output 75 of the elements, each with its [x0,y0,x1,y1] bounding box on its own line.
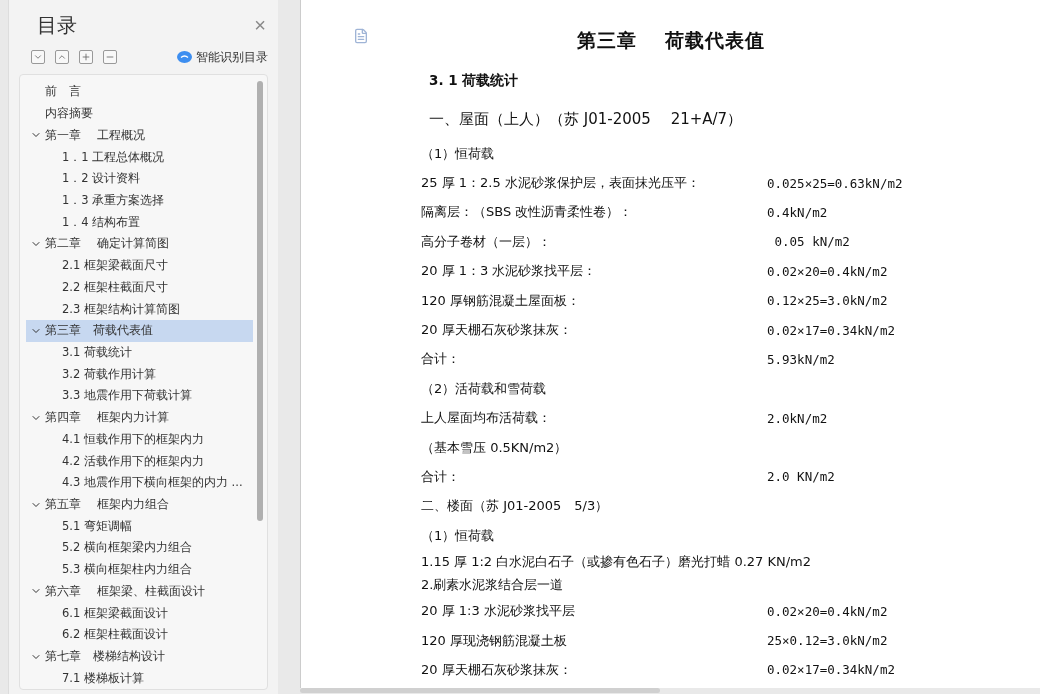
load-item-label: 20 厚天棚石灰砂浆抹灰： [421,321,573,340]
section-heading: 3. 1 荷载统计 [429,72,520,90]
outline-item[interactable]: 4.2 活载作用下的框架内力 [26,450,253,472]
load-item-label: 25 厚 1：2.5 水泥砂浆保护层，表面抹光压平： [421,174,701,193]
outline-item[interactable]: 1．1 工程总体概况 [26,146,253,168]
outline-item[interactable]: 3.1 荷载统计 [26,341,253,364]
outline-item[interactable]: 第六章 框架梁、柱截面设计 [26,580,253,603]
cloud-icon [177,51,192,63]
load-value: 2.0kN/m2 [767,410,828,426]
paragraph-text: 1.15 厚 1:2 白水泥白石子（或掺有色石子）磨光打蜡 0.27 KN/m2 [421,552,812,571]
horizontal-scrollbar-thumb[interactable] [300,688,660,693]
load-item-label: 20 厚天棚石灰砂浆抹灰： [421,660,573,679]
chevron-up-icon [57,52,67,62]
outline-item[interactable]: 第三章 荷载代表值 [26,319,253,342]
load-item-label: 20 厚 1：3 水泥砂浆找平层： [421,262,598,281]
outline-item[interactable]: 第五章 框架内力组合 [26,493,253,516]
outline-item[interactable]: 2.3 框架结构计算简图 [26,298,253,320]
smart-toc-button[interactable]: 智能识别目录 [177,48,268,66]
subsection-heading: 一、屋面（上人）（苏 J01-2005 21+A/7） [429,110,744,129]
load-value: 25×0.12=3.0kN/m2 [767,633,888,649]
outline-item[interactable]: 3.2 荷载作用计算 [26,363,253,386]
outline-item[interactable]: 6.2 框架柱截面设计 [26,623,253,646]
load-value: 0.02×17=0.34kN/m2 [767,322,895,338]
paragraph-text: （2）活荷载和雪荷载 [421,379,548,398]
load-value: 0.12×25=3.0kN/m2 [767,293,888,309]
outline-item[interactable]: 第一章 工程概况 [26,124,253,147]
load-value: 0.05 kN/m2 [773,234,850,250]
outline-item[interactable]: 1．2 设计资料 [26,167,253,190]
load-value: 0.02×20=0.4kN/m2 [767,263,888,279]
chapter-title: 第三章 荷载代表值 [576,28,766,53]
paragraph-text: （1）恒荷载 [421,144,496,163]
outline-item[interactable]: 7.1 楼梯板计算 [26,667,253,689]
plus-icon [81,52,91,62]
load-item-label: 20 厚 1:3 水泥砂浆找平层 [421,602,576,621]
paragraph-text: 2.刷素水泥浆结合层一道 [421,575,564,594]
outline-item[interactable]: 1．3 承重方案选择 [26,189,253,212]
outline-item[interactable]: 第四章 框架内力计算 [26,406,253,429]
outline-item[interactable]: 第二章 确定计算简图 [26,233,253,255]
outline-item[interactable]: 2.2 框架柱截面尺寸 [26,276,253,299]
load-value: 0.02×17=0.34kN/m2 [767,662,895,678]
add-button[interactable] [79,50,93,64]
collapse-all-button[interactable] [31,50,45,64]
load-item-label: 120 厚钢筋混凝土屋面板： [421,291,581,310]
load-item-label: 合计： [421,468,461,486]
outline-item[interactable]: 内容摘要 [26,102,253,125]
panel-title: 目录 [37,11,77,39]
paragraph-text: （基本雪压 0.5KN/m2） [421,438,569,457]
load-value: 0.025×25=0.63kN/m2 [767,175,903,191]
load-item-label: 120 厚现浇钢筋混凝土板 [421,631,568,650]
chevron-down-icon [33,52,43,62]
outline-item[interactable]: 4.1 恒载作用下的框架内力 [26,428,253,451]
paragraph-text: 二、楼面（苏 J01-2005 5/3） [421,497,610,516]
outline-item[interactable]: 3.3 地震作用下荷载计算 [26,385,253,407]
load-item-label: 高分子卷材（一层）： [421,232,552,251]
outline-item[interactable]: 6.1 框架梁截面设计 [26,602,253,624]
outline-item[interactable]: 4.3 地震作用下横向框架的内力 ... [26,471,253,494]
outline-item[interactable]: 5.1 弯矩调幅 [26,515,253,538]
load-value: 0.02×20=0.4kN/m2 [767,603,888,619]
expand-up-button[interactable] [55,50,69,64]
outline-item[interactable]: 1．4 结构布置 [26,211,253,234]
load-value: 5.93kN/m2 [767,351,835,367]
outline-item[interactable]: 前 言 [26,81,253,103]
scrollbar-thumb[interactable] [257,81,263,521]
outline-item[interactable]: 5.2 横向框架梁内力组合 [26,537,253,559]
load-value: 0.4kN/m2 [767,204,828,220]
load-item-label: 合计： [421,350,461,369]
load-value: 2.0 KN/m2 [767,469,835,485]
remove-button[interactable] [103,50,117,64]
outline-item[interactable]: 5.3 横向框架柱内力组合 [26,558,253,581]
load-item-label: 上人屋面均布活荷载： [421,409,552,428]
load-item-label: 隔离层：（SBS 改性沥青柔性卷）： [421,203,634,222]
outline-item[interactable]: 第七章 楼梯结构设计 [26,645,253,668]
paragraph-text: （1）恒荷载 [421,526,496,545]
outline-item[interactable]: 2.1 框架梁截面尺寸 [26,254,253,277]
document-icon[interactable] [353,28,369,44]
